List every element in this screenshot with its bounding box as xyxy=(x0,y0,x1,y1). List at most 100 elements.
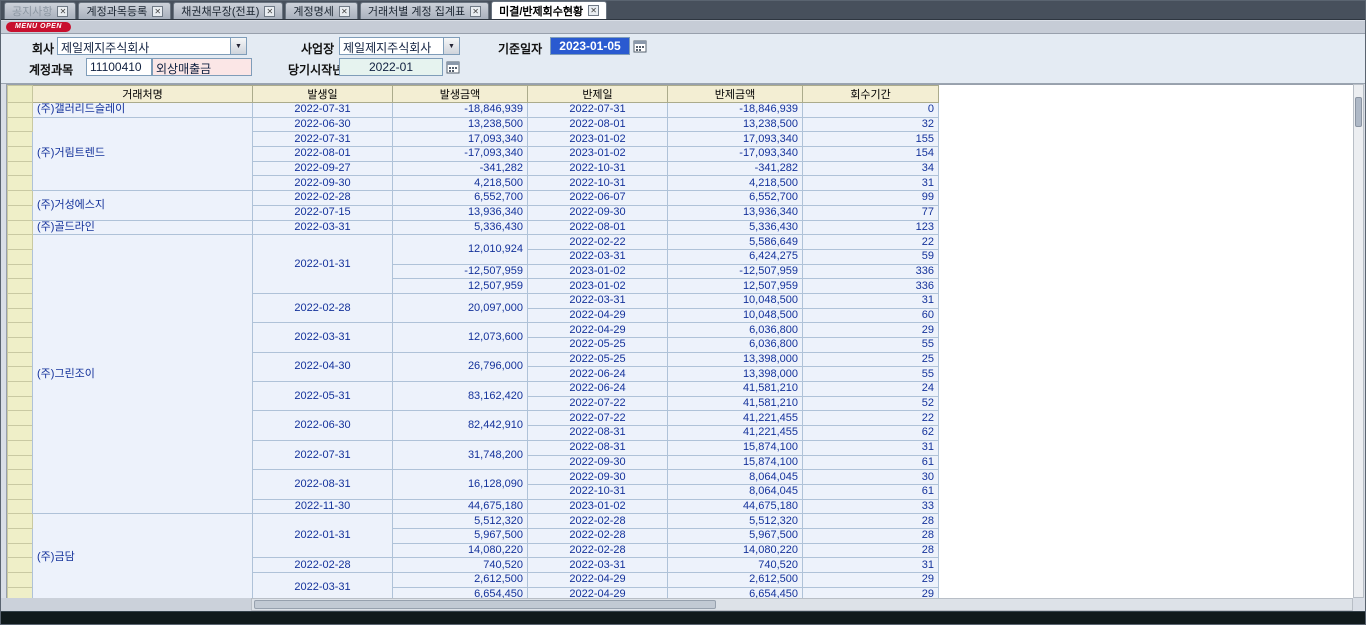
row-selector[interactable] xyxy=(8,426,33,441)
row-selector[interactable] xyxy=(8,323,33,338)
tab-4[interactable]: 거래처별 계정 집계표✕ xyxy=(360,2,489,19)
table-cell[interactable]: 2022-06-24 xyxy=(528,382,668,397)
account-code-input[interactable]: 11100410 xyxy=(86,58,152,76)
table-cell[interactable]: 2022-08-31 xyxy=(253,470,393,499)
table-cell[interactable]: 5,512,320 xyxy=(393,514,528,529)
table-cell[interactable]: 5,336,430 xyxy=(393,220,528,235)
row-selector[interactable] xyxy=(8,132,33,147)
table-cell[interactable]: 2023-01-02 xyxy=(528,279,668,294)
table-cell[interactable]: 6,036,800 xyxy=(668,338,803,353)
row-selector[interactable] xyxy=(8,499,33,514)
table-cell[interactable]: 2022-08-31 xyxy=(528,440,668,455)
table-cell[interactable]: 41,221,455 xyxy=(668,426,803,441)
tab-3[interactable]: 계정명세✕ xyxy=(285,2,357,19)
table-cell[interactable]: 2022-07-31 xyxy=(528,103,668,118)
table-cell[interactable]: 52 xyxy=(803,396,939,411)
table-cell[interactable]: 62 xyxy=(803,426,939,441)
table-cell[interactable]: 44,675,180 xyxy=(393,499,528,514)
table-cell[interactable]: 740,520 xyxy=(393,558,528,573)
table-cell[interactable]: 2022-02-28 xyxy=(528,543,668,558)
table-cell[interactable]: 17,093,340 xyxy=(393,132,528,147)
table-cell[interactable]: 31 xyxy=(803,558,939,573)
table-cell[interactable]: 33 xyxy=(803,499,939,514)
table-cell[interactable]: 2022-11-30 xyxy=(253,499,393,514)
table-cell[interactable]: -17,093,340 xyxy=(668,147,803,162)
table-cell[interactable]: 4,218,500 xyxy=(668,176,803,191)
row-selector[interactable] xyxy=(8,176,33,191)
table-cell[interactable]: 22 xyxy=(803,235,939,250)
row-selector[interactable] xyxy=(8,455,33,470)
table-cell[interactable]: (주)그린조이 xyxy=(33,235,253,514)
table-cell[interactable]: 2,612,500 xyxy=(668,573,803,588)
row-selector[interactable] xyxy=(8,440,33,455)
table-cell[interactable]: 20,097,000 xyxy=(393,293,528,322)
row-selector[interactable] xyxy=(8,103,33,118)
row-selector[interactable] xyxy=(8,191,33,206)
table-cell[interactable]: 32 xyxy=(803,117,939,132)
chevron-down-icon[interactable]: ▼ xyxy=(230,38,246,54)
row-selector[interactable] xyxy=(8,411,33,426)
horizontal-scrollbar-thumb[interactable] xyxy=(254,600,716,609)
table-cell[interactable]: 2022-06-30 xyxy=(253,117,393,132)
table-cell[interactable]: 5,512,320 xyxy=(668,514,803,529)
horizontal-scrollbar[interactable] xyxy=(251,598,1353,611)
table-cell[interactable]: 2022-03-31 xyxy=(528,293,668,308)
table-cell[interactable]: 2022-05-31 xyxy=(253,382,393,411)
table-cell[interactable]: 2022-02-28 xyxy=(253,293,393,322)
table-cell[interactable]: 2022-06-07 xyxy=(528,191,668,206)
table-cell[interactable]: 6,552,700 xyxy=(393,191,528,206)
table-cell[interactable]: 15,874,100 xyxy=(668,455,803,470)
table-cell[interactable]: 61 xyxy=(803,455,939,470)
tab-5[interactable]: 미결/반제회수현황✕ xyxy=(491,1,607,19)
tab-1[interactable]: 계정과목등록✕ xyxy=(78,2,171,19)
row-selector[interactable] xyxy=(8,367,33,382)
table-cell[interactable]: 2022-06-30 xyxy=(253,411,393,440)
table-cell[interactable]: 2022-02-22 xyxy=(528,235,668,250)
table-cell[interactable]: 8,064,045 xyxy=(668,484,803,499)
vertical-scrollbar-thumb[interactable] xyxy=(1355,97,1362,127)
table-cell[interactable]: 2022-07-31 xyxy=(253,132,393,147)
table-cell[interactable]: 2022-01-31 xyxy=(253,514,393,558)
table-cell[interactable]: 16,128,090 xyxy=(393,470,528,499)
table-cell[interactable]: 59 xyxy=(803,249,939,264)
table-cell[interactable]: 29 xyxy=(803,587,939,598)
table-cell[interactable]: 5,336,430 xyxy=(668,220,803,235)
table-cell[interactable]: 83,162,420 xyxy=(393,382,528,411)
table-cell[interactable]: -18,846,939 xyxy=(668,103,803,118)
column-header[interactable]: 발생일 xyxy=(253,86,393,103)
table-cell[interactable]: 2023-01-02 xyxy=(528,132,668,147)
table-cell[interactable]: 41,581,210 xyxy=(668,396,803,411)
table-cell[interactable]: 6,552,700 xyxy=(668,191,803,206)
row-selector[interactable] xyxy=(8,573,33,588)
row-selector[interactable] xyxy=(8,514,33,529)
tab-close-icon[interactable]: ✕ xyxy=(339,6,350,17)
table-cell[interactable]: -17,093,340 xyxy=(393,147,528,162)
row-selector[interactable] xyxy=(8,117,33,132)
table-cell[interactable]: 2022-04-29 xyxy=(528,323,668,338)
table-cell[interactable]: -18,846,939 xyxy=(393,103,528,118)
table-cell[interactable]: 2022-03-31 xyxy=(253,323,393,352)
table-cell[interactable]: 2022-09-30 xyxy=(528,455,668,470)
row-selector[interactable] xyxy=(8,205,33,220)
table-cell[interactable]: 31 xyxy=(803,176,939,191)
table-cell[interactable]: 123 xyxy=(803,220,939,235)
table-cell[interactable]: 10,048,500 xyxy=(668,308,803,323)
table-cell[interactable]: 25 xyxy=(803,352,939,367)
table-cell[interactable]: 154 xyxy=(803,147,939,162)
table-cell[interactable]: 2022-10-31 xyxy=(528,161,668,176)
table-cell[interactable]: 5,967,500 xyxy=(668,528,803,543)
table-cell[interactable]: 2022-01-31 xyxy=(253,235,393,294)
table-cell[interactable]: (주)골드라인 xyxy=(33,220,253,235)
tab-close-icon[interactable]: ✕ xyxy=(152,6,163,17)
table-cell[interactable]: 12,507,959 xyxy=(393,279,528,294)
table-cell[interactable]: 6,654,450 xyxy=(393,587,528,598)
table-cell[interactable]: 2022-03-31 xyxy=(528,558,668,573)
table-cell[interactable]: -341,282 xyxy=(393,161,528,176)
table-cell[interactable]: 336 xyxy=(803,279,939,294)
table-cell[interactable]: 31 xyxy=(803,293,939,308)
table-cell[interactable]: 77 xyxy=(803,205,939,220)
table-cell[interactable]: 55 xyxy=(803,338,939,353)
table-cell[interactable]: (주)거성에스지 xyxy=(33,191,253,220)
table-cell[interactable]: 60 xyxy=(803,308,939,323)
table-cell[interactable]: 12,073,600 xyxy=(393,323,528,352)
